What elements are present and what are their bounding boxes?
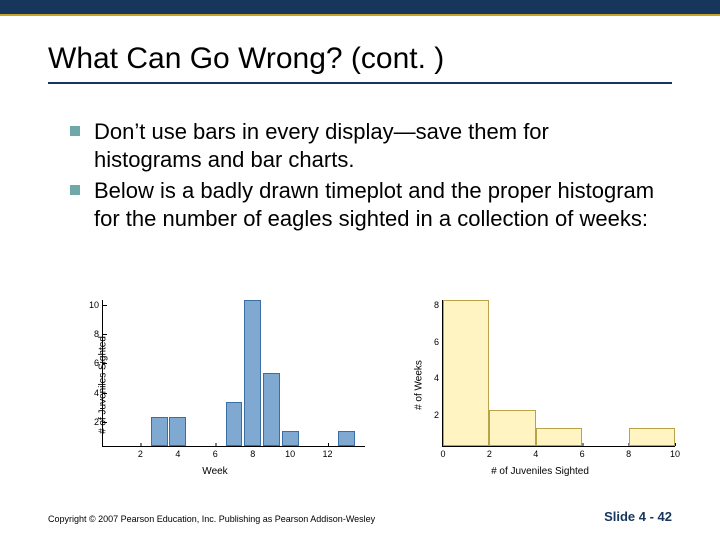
x-tick: 8 bbox=[626, 446, 631, 459]
x-tick: 12 bbox=[323, 446, 333, 459]
charts-row: # of Juveniles Sighted 24681024681012 We… bbox=[60, 295, 680, 475]
slide-top-band bbox=[0, 0, 720, 14]
x-tick: 10 bbox=[285, 446, 295, 459]
bar bbox=[489, 410, 535, 447]
y-tick: 6 bbox=[434, 337, 443, 347]
bar bbox=[338, 431, 355, 446]
x-axis-label: Week bbox=[202, 466, 227, 477]
y-axis-label: # of Weeks bbox=[413, 360, 424, 410]
bullet-text: Don’t use bars in every display—save the… bbox=[94, 118, 660, 173]
bar bbox=[151, 417, 168, 446]
footer: Copyright © 2007 Pearson Education, Inc.… bbox=[48, 509, 672, 524]
bar bbox=[263, 373, 280, 446]
chart-histogram: # of Weeks 24680246810 # of Juveniles Si… bbox=[400, 295, 680, 475]
x-tick: 4 bbox=[175, 446, 180, 459]
y-tick: 2 bbox=[94, 417, 103, 427]
chart-timeplot: # of Juveniles Sighted 24681024681012 We… bbox=[60, 295, 370, 475]
copyright-text: Copyright © 2007 Pearson Education, Inc.… bbox=[48, 514, 375, 524]
y-tick: 10 bbox=[89, 300, 103, 310]
bar bbox=[226, 402, 243, 446]
bar bbox=[282, 431, 299, 446]
bar bbox=[169, 417, 186, 446]
plot-area: 24680246810 bbox=[442, 300, 675, 447]
bullet-list: Don’t use bars in every display—save the… bbox=[70, 118, 660, 232]
plot-area: 24681024681012 bbox=[102, 300, 365, 447]
x-tick: 6 bbox=[213, 446, 218, 459]
x-tick: 2 bbox=[487, 446, 492, 459]
y-tick: 6 bbox=[94, 358, 103, 368]
x-axis-label: # of Juveniles Sighted bbox=[491, 466, 589, 477]
bar bbox=[443, 300, 489, 446]
y-tick: 2 bbox=[434, 410, 443, 420]
bullet-item: Don’t use bars in every display—save the… bbox=[70, 118, 660, 173]
x-tick: 10 bbox=[670, 446, 680, 459]
slide-number: Slide 4 - 42 bbox=[604, 509, 672, 524]
title-block: What Can Go Wrong? (cont. ) bbox=[48, 42, 672, 84]
slide-title: What Can Go Wrong? (cont. ) bbox=[48, 42, 672, 82]
x-tick: 2 bbox=[138, 446, 143, 459]
bullet-text: Below is a badly drawn timeplot and the … bbox=[94, 177, 660, 232]
y-tick: 4 bbox=[434, 373, 443, 383]
square-bullet-icon bbox=[70, 126, 80, 136]
bullet-item: Below is a badly drawn timeplot and the … bbox=[70, 177, 660, 232]
x-tick: 6 bbox=[580, 446, 585, 459]
bar bbox=[244, 300, 261, 446]
bar bbox=[629, 428, 675, 446]
title-underline bbox=[48, 82, 672, 84]
x-tick: 0 bbox=[440, 446, 445, 459]
y-tick: 8 bbox=[94, 329, 103, 339]
x-tick: 8 bbox=[250, 446, 255, 459]
y-tick: 8 bbox=[434, 300, 443, 310]
bar bbox=[536, 428, 582, 446]
square-bullet-icon bbox=[70, 185, 80, 195]
body-block: Don’t use bars in every display—save the… bbox=[70, 118, 660, 236]
x-tick: 4 bbox=[533, 446, 538, 459]
y-tick: 4 bbox=[94, 388, 103, 398]
